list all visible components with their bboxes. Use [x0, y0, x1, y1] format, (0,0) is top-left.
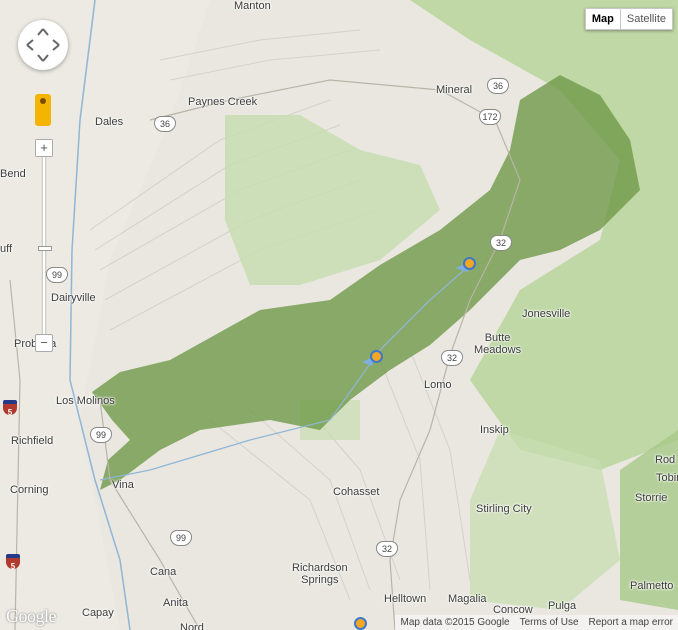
route-shield-36: 36 [154, 116, 176, 132]
zoom-slider-thumb[interactable] [38, 246, 52, 251]
place-label-anita: Anita [163, 597, 189, 609]
place-label-cohasset: Cohasset [333, 486, 380, 498]
map-footer: Map data ©2015 Google Terms of Use Repor… [395, 615, 678, 630]
route-shield-32: 32 [376, 541, 398, 557]
report-map-error-link[interactable]: Report a map error [584, 617, 678, 628]
place-label-mineral: Mineral [436, 84, 473, 96]
route-shield-32: 32 [441, 350, 463, 366]
zoom-out-button[interactable]: − [35, 334, 53, 352]
terms-of-use-link[interactable]: Terms of Use [515, 617, 584, 628]
interstate-shield-5: 5 [6, 554, 20, 571]
pan-control[interactable] [18, 20, 68, 70]
place-label-tobin: Tobin [656, 472, 678, 484]
map-type-map-button[interactable]: Map [584, 8, 621, 30]
route-shield-172: 172 [479, 109, 501, 125]
place-label-cana: Cana [150, 566, 177, 578]
place-label-manton: Manton [234, 0, 271, 12]
place-label-inskip: Inskip [480, 424, 509, 436]
place-label-nord: Nord [180, 622, 204, 630]
terrain-layer [0, 0, 678, 630]
place-label-helltown: Helltown [384, 593, 427, 605]
map-type-satellite-button[interactable]: Satellite [620, 8, 673, 30]
campground-marker-icon[interactable] [463, 257, 476, 270]
place-label-pulga: Pulga [548, 600, 577, 612]
place-label-bend: Bend [0, 168, 26, 180]
place-label-storrie: Storrie [635, 492, 668, 504]
place-label-richfield: Richfield [11, 435, 54, 447]
zoom-in-button[interactable]: + [35, 139, 53, 157]
place-label-lomo: Lomo [424, 379, 452, 391]
zoom-slider-track[interactable] [43, 140, 45, 348]
place-label-jonesville: Jonesville [522, 308, 571, 320]
place-label-rod: Rod [655, 454, 676, 466]
place-label-richardson-springs: Richardson Springs [292, 562, 348, 586]
map-type-control: Map Satellite [584, 8, 673, 30]
place-label-palmetto: Palmetto [630, 580, 674, 592]
place-label-vina: Vina [112, 479, 134, 491]
map-data-attribution: Map data ©2015 Google [400, 617, 510, 628]
route-shield-99: 99 [90, 427, 112, 443]
campground-marker-icon[interactable] [354, 617, 367, 630]
place-label-capay: Capay [82, 607, 114, 619]
place-label-paynes-creek: Paynes Creek [188, 96, 258, 108]
place-label-butte-meadows: Butte Meadows [474, 332, 522, 356]
route-shield-32: 32 [490, 235, 512, 251]
route-shield-99: 99 [46, 267, 68, 283]
campground-marker-icon[interactable] [370, 350, 383, 363]
place-label-los-molinos: Los Molinos [56, 395, 115, 407]
place-label-corning: Corning [10, 484, 49, 496]
pegman-icon[interactable] [35, 94, 51, 126]
google-logo[interactable]: Google [6, 606, 57, 627]
pan-arrows-icon [26, 28, 60, 62]
place-label-stirling-city: Stirling City [476, 503, 532, 515]
place-label-magalia: Magalia [448, 593, 487, 605]
interstate-shield-5: 5 [3, 400, 17, 417]
map-canvas[interactable]: Manton Paynes Creek Dales Mineral Bend u… [0, 0, 678, 630]
place-label-dairyville: Dairyville [51, 292, 96, 304]
place-label-dales: Dales [95, 116, 124, 128]
route-shield-99: 99 [170, 530, 192, 546]
route-shield-36: 36 [487, 78, 509, 94]
place-label-bluff: uff [0, 243, 13, 255]
